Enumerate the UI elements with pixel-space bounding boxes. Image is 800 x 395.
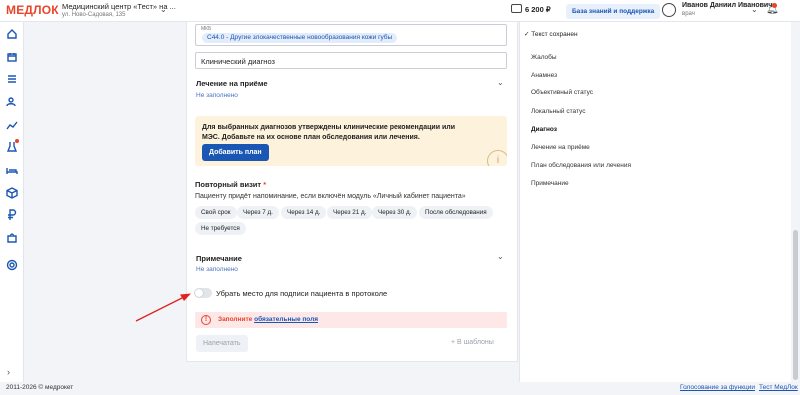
period-chip[interactable]: Через 7 д. [237, 206, 279, 219]
treatment-section-title[interactable]: Лечение на приёме [196, 79, 268, 88]
clinic-selector[interactable]: Медицинский центр «Тест» на ... ул. Ново… [62, 2, 176, 18]
test-medlok-link[interactable]: Тест МедЛок [759, 384, 798, 391]
section-navigation-panel [519, 22, 791, 382]
nav-item-local-status[interactable]: Локальный статус [531, 108, 585, 115]
flask-icon[interactable] [5, 139, 19, 153]
save-to-templates-button[interactable]: + В шаблоны [451, 339, 494, 346]
info-icon: i [487, 150, 507, 166]
error-message: Заполните обязательные поля [218, 316, 318, 323]
knowledge-base-button[interactable]: База знаний и поддержка [566, 4, 661, 19]
mkb-field-label: МКБ [201, 26, 212, 32]
note-section-title[interactable]: Примечание [196, 254, 242, 263]
nav-item-objective-status[interactable]: Объективный статус [531, 89, 593, 96]
wallet-icon [511, 4, 522, 13]
period-chip[interactable]: Через 21 д. [327, 206, 373, 219]
user-avatar-icon[interactable] [662, 3, 676, 17]
top-bar: МЕДЛОК Медицинский центр «Тест» на ... у… [0, 0, 800, 22]
recommendations-notice: Для выбранных диагнозов утверждены клини… [195, 116, 507, 166]
error-icon: ! [201, 315, 211, 325]
bed-icon[interactable] [5, 163, 18, 176]
chevron-down-icon[interactable]: ⌄ [160, 5, 167, 14]
list-icon[interactable] [5, 72, 18, 85]
signature-toggle-label[interactable]: Убрать место для подписи пациента в прот… [216, 289, 387, 298]
box-icon[interactable] [5, 186, 18, 199]
calendar-icon[interactable] [5, 50, 18, 63]
error-text: Заполните [218, 316, 253, 323]
chevron-down-icon[interactable]: ⌄ [497, 78, 504, 87]
balance[interactable]: 6 200 ₽ [525, 5, 551, 14]
puzzle-icon[interactable] [5, 231, 18, 244]
ruble-icon[interactable] [5, 208, 18, 221]
feature-voting-link[interactable]: Голосование за функции [680, 384, 755, 391]
nav-item-complaints[interactable]: Жалобы [531, 54, 557, 61]
home-icon[interactable] [5, 27, 18, 40]
print-button[interactable]: Напечатать [196, 335, 248, 352]
nav-item-plan[interactable]: План обследования или лечения [531, 162, 631, 169]
clinic-address: ул. Ново-Садовая, 135 [62, 12, 126, 18]
chevron-down-icon[interactable]: ⌄ [751, 5, 758, 14]
scrollbar-thumb[interactable] [793, 230, 798, 380]
chart-icon[interactable] [5, 118, 18, 131]
repeat-visit-hint: Пациенту придёт напоминание, если включё… [195, 193, 466, 200]
notification-badge [772, 3, 777, 8]
repeat-visit-title-text: Повторный визит [195, 180, 262, 189]
nav-item-treatment[interactable]: Лечение на приёме [531, 144, 590, 151]
signature-toggle[interactable] [194, 288, 212, 298]
treatment-section-value: Не заполнено [196, 92, 238, 99]
period-chip[interactable]: После обследования [419, 206, 493, 219]
settings-icon[interactable] [5, 258, 18, 271]
patients-icon[interactable] [5, 95, 18, 108]
logo[interactable]: МЕДЛОК [6, 3, 59, 17]
sidebar-expand-chevron-icon[interactable]: › [7, 367, 10, 377]
required-fields-link[interactable]: обязательные поля [254, 316, 318, 323]
notice-text: Для выбранных диагнозов утверждены клини… [202, 124, 456, 141]
user-name: Иванов Даниил Иванович [682, 2, 773, 9]
period-chip[interactable]: Свой срок [195, 206, 237, 219]
copyright: 2011-2026 © медрокет [6, 384, 74, 391]
required-star: * [263, 180, 267, 189]
clinical-diagnosis-field[interactable]: Клинический диагноз [195, 52, 507, 69]
nav-item-diagnosis[interactable]: Диагноз [531, 126, 557, 133]
period-chip[interactable]: Через 14 д. [281, 206, 327, 219]
mkb-field[interactable]: МКБ C44.0 - Другие злокачественные новоо… [195, 24, 507, 46]
alert-dot [15, 139, 19, 143]
user-info[interactable]: Иванов Даниил Иванович врач [682, 2, 772, 17]
mkb-diagnosis-chip[interactable]: C44.0 - Другие злокачественные новообраз… [202, 33, 398, 43]
chevron-down-icon[interactable]: ⌄ [497, 252, 504, 261]
nav-item-note[interactable]: Примечание [531, 180, 569, 187]
period-chip[interactable]: Через 30 д. [372, 206, 418, 219]
period-chip[interactable]: Не требуется [195, 222, 246, 235]
nav-item-anamnesis[interactable]: Анамнез [531, 72, 557, 79]
saved-status: ✓ Текст сохранен [524, 31, 578, 38]
validation-error-bar: ! Заполните обязательные поля [195, 312, 507, 328]
note-section-value: Не заполнено [196, 266, 238, 273]
repeat-visit-title: Повторный визит * [195, 180, 266, 189]
add-plan-button[interactable]: Добавить план [202, 144, 269, 161]
footer: 2011-2026 © медрокет Голосование за функ… [0, 382, 800, 395]
user-role: врач [682, 11, 695, 17]
sidebar: › [0, 22, 24, 382]
clinic-name: Медицинский центр «Тест» на ... [62, 2, 176, 11]
protocol-form-card [186, 22, 518, 362]
